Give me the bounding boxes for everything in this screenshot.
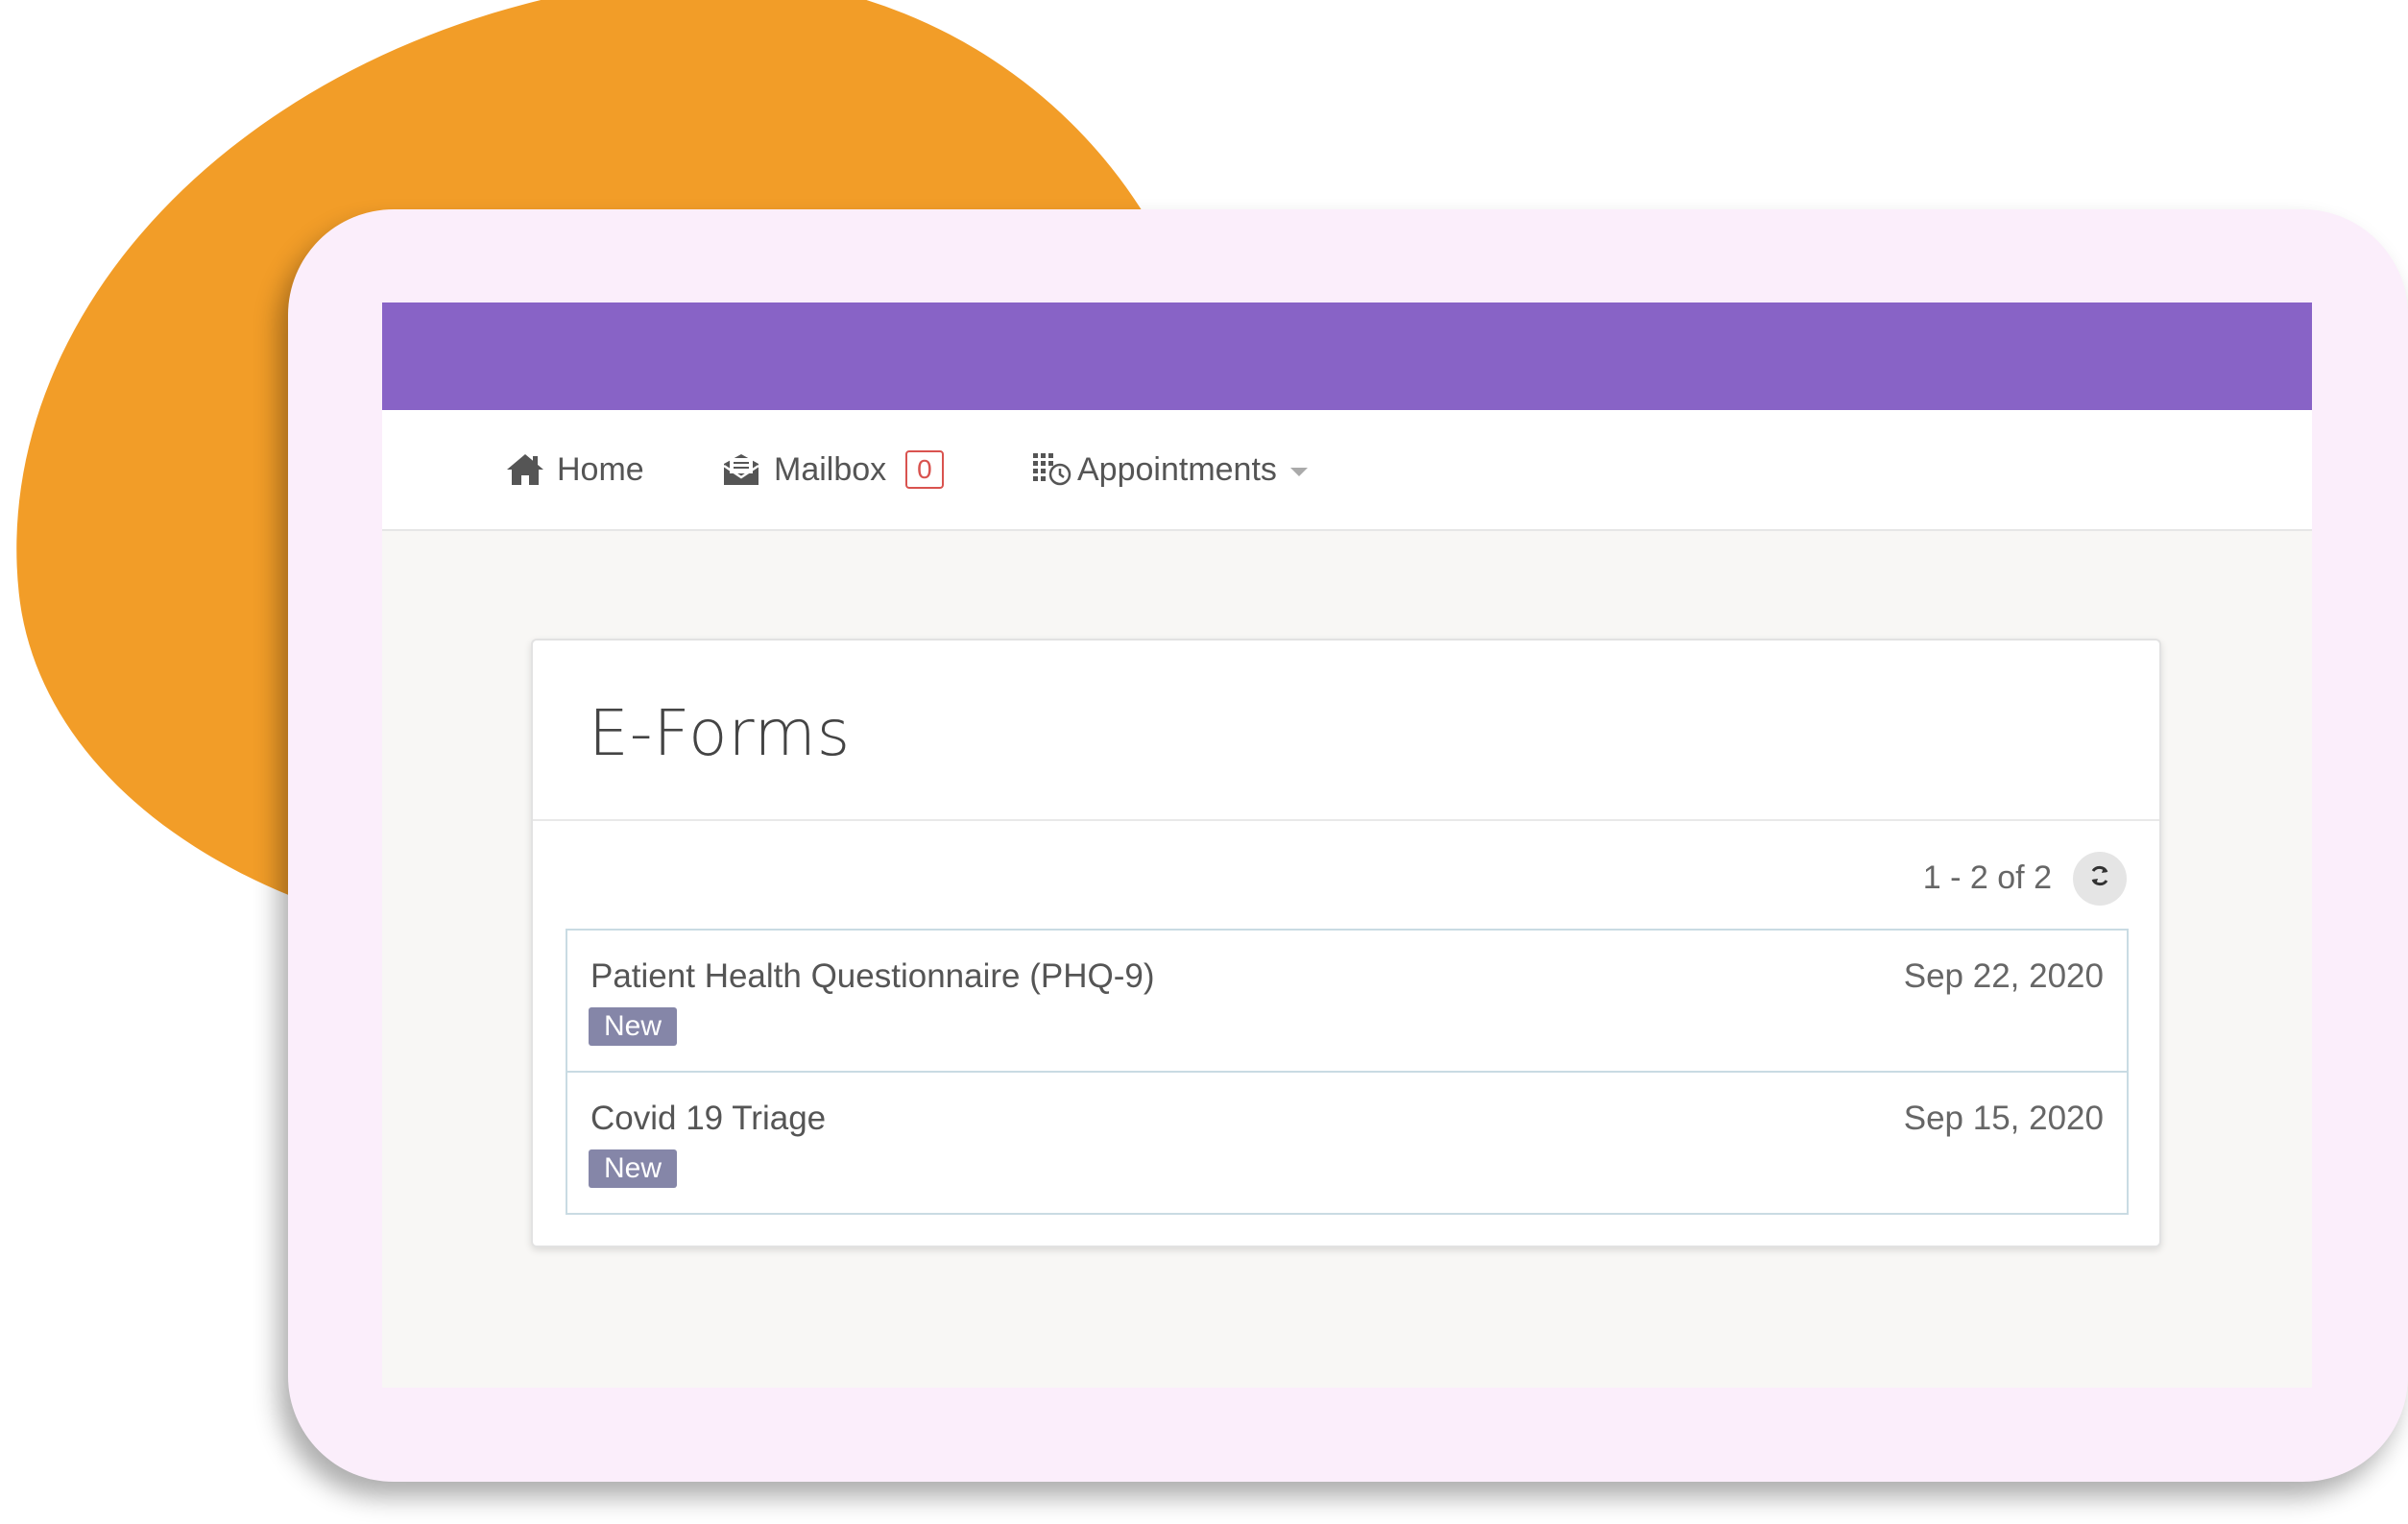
home-icon (505, 452, 545, 487)
eforms-list: Patient Health Questionnaire (PHQ-9) Sep… (566, 929, 2129, 1215)
eform-list-item[interactable]: Covid 19 Triage Sep 15, 2020 New (567, 1073, 2127, 1213)
nav-appointments-label: Appointments (1077, 450, 1277, 488)
mailbox-count-badge: 0 (905, 450, 944, 489)
status-badge: New (589, 1149, 678, 1188)
envelope-icon (720, 452, 762, 487)
pagination-summary: 1 - 2 of 2 (1922, 859, 2052, 896)
chevron-down-icon (1289, 467, 1308, 476)
eforms-panel: E-Forms 1 - 2 of 2 Patient Health Questi… (531, 639, 2161, 1247)
header-bar (382, 302, 2312, 410)
eform-title: Covid 19 Triage (590, 1100, 827, 1137)
nav-appointments-dropdown[interactable]: Appointments (1031, 410, 1308, 529)
app-screen: Home Mailbox 0 Appointments E-Forms 1 - … (382, 302, 2312, 1388)
eform-date: Sep 15, 2020 (1903, 1100, 2104, 1137)
refresh-icon (2087, 863, 2112, 895)
page-title: E-Forms (589, 696, 852, 770)
status-badge: New (589, 1007, 678, 1046)
nav-mailbox-label: Mailbox (774, 450, 887, 488)
calendar-clock-icon (1031, 451, 1073, 488)
eform-list-item[interactable]: Patient Health Questionnaire (PHQ-9) Sep… (567, 931, 2127, 1073)
eforms-panel-header: E-Forms (533, 641, 2159, 821)
eform-title: Patient Health Questionnaire (PHQ-9) (590, 957, 1155, 995)
marketing-stage: Home Mailbox 0 Appointments E-Forms 1 - … (0, 0, 2408, 1524)
nav-mailbox-link[interactable]: Mailbox 0 (720, 410, 944, 529)
refresh-button[interactable] (2073, 852, 2127, 906)
nav-home-label: Home (557, 450, 644, 488)
main-nav: Home Mailbox 0 Appointments (382, 410, 2312, 531)
nav-home-link[interactable]: Home (505, 410, 644, 529)
tablet-frame: Home Mailbox 0 Appointments E-Forms 1 - … (288, 209, 2408, 1482)
eform-date: Sep 22, 2020 (1903, 957, 2104, 995)
